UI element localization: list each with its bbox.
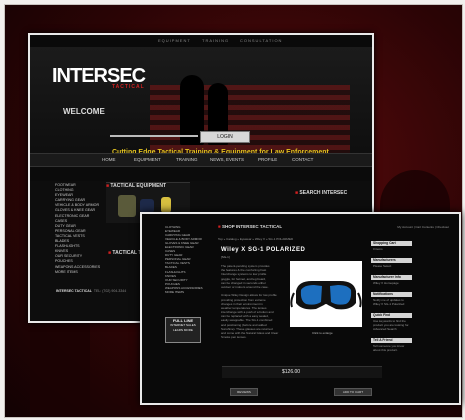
top-link-training[interactable]: TRAINING [202, 38, 229, 43]
screenshot-stage: EQUIPMENT TRAINING CONSULTATION INTERSEC… [0, 0, 465, 420]
sidebar-box: Tell A Friend Tell someone you know about… [371, 338, 412, 353]
nav-news-events[interactable]: NEWS, EVENTS [210, 157, 244, 162]
sidebar-box: Shopping Cart 0 items [371, 241, 412, 252]
box-body[interactable]: Use keywords to find the product you are… [371, 318, 412, 332]
category-sidebar: FOOTWEAR CLOTHING EYEWEAR CARRYING GEAR VEHI… [55, 183, 103, 275]
light-image[interactable] [161, 197, 171, 213]
nav-home[interactable]: HOME [102, 157, 116, 162]
footer-company: INTERSEC TACTICAL [56, 289, 92, 293]
description-line: easily swappable. The SG-1 combined [221, 318, 273, 323]
goggles-icon [290, 281, 362, 310]
header-strip [30, 167, 372, 181]
sidebar-box: Manufacturer Info Wiley X Homepage [371, 275, 412, 286]
description-line: Smoke pen lenses. [221, 335, 247, 340]
sidebar-box: Manufacturers Please Select [371, 258, 412, 269]
product-model: [SG-1] [221, 255, 230, 259]
top-link-equipment[interactable]: EQUIPMENT [158, 38, 191, 43]
section-title: SHOP INTERSEC TACTICAL [221, 224, 283, 229]
nav-profile[interactable]: PROFILE [258, 157, 277, 162]
sidebar-box: Notifications Notify me of updates to Wil… [371, 292, 412, 307]
product-page-window: CLOTHING EYEWEAR CARRYING GEAR VEHICLE & BO… [140, 212, 461, 405]
sidebar-category-link[interactable]: MORE ITEMS [55, 270, 103, 275]
nav-training[interactable]: TRAINING [176, 157, 198, 162]
panel-title: TACTICAL EQUIPMENT [110, 183, 167, 189]
account-links[interactable]: My Account | Cart Contents | Checkout [397, 225, 449, 229]
shirt-image[interactable] [140, 199, 154, 213]
box-body[interactable]: Notify me of updates to Wiley X SG-1 Pol… [371, 297, 412, 307]
main-navigation: HOME EQUIPMENT TRAINING NEWS, EVENTS PRO… [30, 153, 372, 167]
sidebar-box: Quick Find Use keywords to find the produ… [371, 313, 412, 332]
logo-subtitle: TACTICAL [112, 84, 145, 90]
product-price: $126.00 [282, 369, 301, 375]
panel-heading: ■ TACTICAL EQUIPMENT [106, 183, 167, 189]
backpack-image[interactable] [118, 195, 136, 217]
nav-equipment[interactable]: EQUIPMENT [134, 157, 161, 162]
product-description: The patent-pending system provides the fe… [221, 264, 281, 339]
sidebar-category-link[interactable]: MORE ITEMS [165, 290, 207, 294]
description-line: Unique Wiley Design allows for low profi… [221, 293, 277, 298]
price-bar [222, 366, 382, 378]
welcome-heading: WELCOME [63, 107, 105, 116]
login-field[interactable] [110, 135, 198, 137]
category-sidebar: CLOTHING EYEWEAR CARRYING GEAR VEHICLE & BO… [165, 225, 207, 294]
action-row: REVIEWS ADD TO CART [222, 388, 382, 396]
full-line-promo[interactable]: FULL LINE INTERNET SALES LEARN MORE [165, 317, 201, 343]
panel-title: SEARCH INTERSEC [299, 190, 348, 196]
top-links-bar: EQUIPMENT TRAINING CONSULTATION [30, 35, 372, 47]
footer-phone: TEL: (702) 904-3344 [93, 289, 127, 293]
section-heading: ■ SHOP INTERSEC TACTICAL [218, 224, 283, 229]
box-body[interactable]: Tell someone you know about this product… [371, 343, 412, 353]
promo-link: LEARN MORE [173, 328, 193, 332]
right-column: Shopping Cart 0 items Manufacturers Please … [371, 241, 412, 359]
box-body[interactable]: Wiley X Homepage [371, 280, 412, 286]
add-to-cart-button[interactable]: ADD TO CART [334, 388, 372, 396]
product-image[interactable] [290, 261, 362, 327]
click-to-enlarge-link[interactable]: Click to enlarge [312, 331, 333, 335]
login-button[interactable]: LOGIN [200, 131, 250, 143]
box-body[interactable]: Please Select [371, 263, 412, 269]
sidebar-category-link[interactable]: WEAPONS ACCESSORIES [55, 265, 103, 270]
hero-banner: INTERSEC TACTICAL WELCOME LOGIN Cutting … [30, 47, 372, 167]
nav-contact[interactable]: CONTACT [292, 157, 313, 162]
box-body[interactable]: 0 items [371, 246, 412, 252]
top-link-consultation[interactable]: CONSULTATION [240, 38, 282, 43]
breadcrumb[interactable]: Top » Catalog » Eyewear » Wiley X » SG-1… [218, 237, 293, 241]
product-title: Wiley X SG-1 POLARIZED [221, 247, 306, 253]
reviews-button[interactable]: REVIEWS [230, 388, 258, 396]
panel-heading: ■ SEARCH INTERSEC [295, 190, 348, 196]
